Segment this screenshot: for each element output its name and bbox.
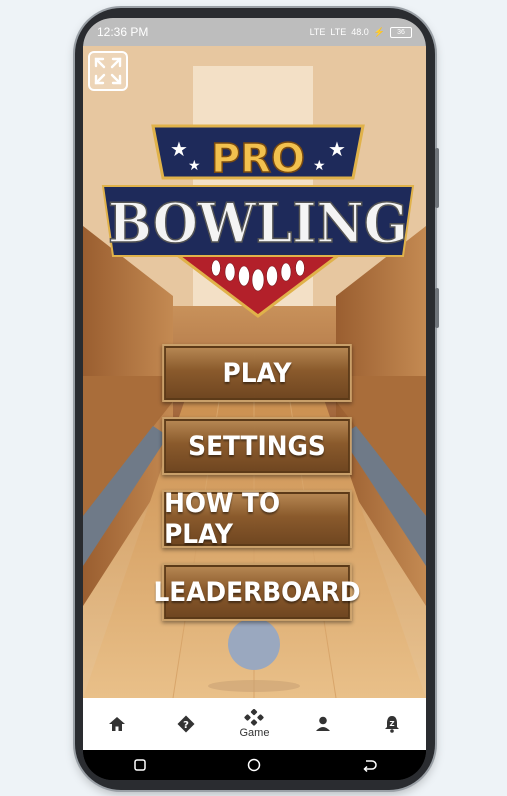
charging-icon: ⚡ [373, 26, 385, 37]
network-speed: 48.0 [351, 27, 369, 37]
signal-icon-1: LTE [309, 27, 326, 37]
leaderboard-button[interactable]: LEADERBOARD [153, 563, 361, 621]
fullscreen-button[interactable] [88, 51, 128, 91]
signal-icon-2: LTE [330, 27, 347, 37]
expand-icon [94, 57, 122, 85]
nav-notifications[interactable]: Z [367, 714, 417, 734]
notification-icon: Z [384, 716, 399, 733]
gamepad-icon [244, 709, 265, 726]
nav-help[interactable]: ? [161, 714, 211, 734]
how-to-play-button[interactable]: HOW TO PLAY [162, 488, 352, 550]
nav-game-label: Game [239, 727, 270, 739]
status-time: 12:36 PM [97, 25, 149, 39]
phone-screen: 12:36 PM LTE LTE 48.0 ⚡ 36 ★ ★ ★ ★ PRO B… [83, 18, 426, 780]
status-bar: 12:36 PM LTE LTE 48.0 ⚡ 36 [83, 18, 426, 46]
battery-icon: 36 [390, 26, 412, 38]
back-icon[interactable] [361, 757, 377, 773]
bottom-navigation: ? Game Z [83, 698, 426, 750]
svg-text:?: ? [183, 720, 189, 731]
home-icon [109, 717, 126, 731]
nav-profile[interactable] [298, 714, 348, 734]
logo-text-pro: PRO [211, 136, 305, 182]
recent-apps-icon[interactable] [132, 757, 148, 773]
power-button [435, 288, 439, 328]
battery-level: 36 [397, 28, 405, 36]
svg-text:★: ★ [313, 158, 326, 174]
svg-text:Z: Z [389, 720, 394, 728]
system-navigation-bar [83, 750, 426, 780]
status-icons: LTE LTE 48.0 ⚡ 36 [309, 26, 412, 38]
play-button[interactable]: PLAY [162, 344, 352, 402]
home-circle-icon[interactable] [246, 757, 262, 773]
settings-button[interactable]: SETTINGS [162, 417, 352, 475]
help-icon: ? [177, 715, 195, 733]
nav-game[interactable]: Game [229, 709, 279, 739]
pro-bowling-logo: ★ ★ ★ ★ PRO BOWLING [101, 124, 415, 318]
svg-text:★: ★ [170, 137, 188, 161]
logo-text-bowling: BOWLING [108, 191, 408, 255]
nav-home[interactable] [92, 714, 142, 734]
profile-icon [316, 716, 331, 731]
svg-text:★: ★ [188, 158, 201, 174]
svg-text:★: ★ [328, 137, 346, 161]
volume-button [435, 148, 439, 208]
game-screen: ★ ★ ★ ★ PRO BOWLING PLAY SETTINGS HOW TO… [83, 46, 426, 698]
